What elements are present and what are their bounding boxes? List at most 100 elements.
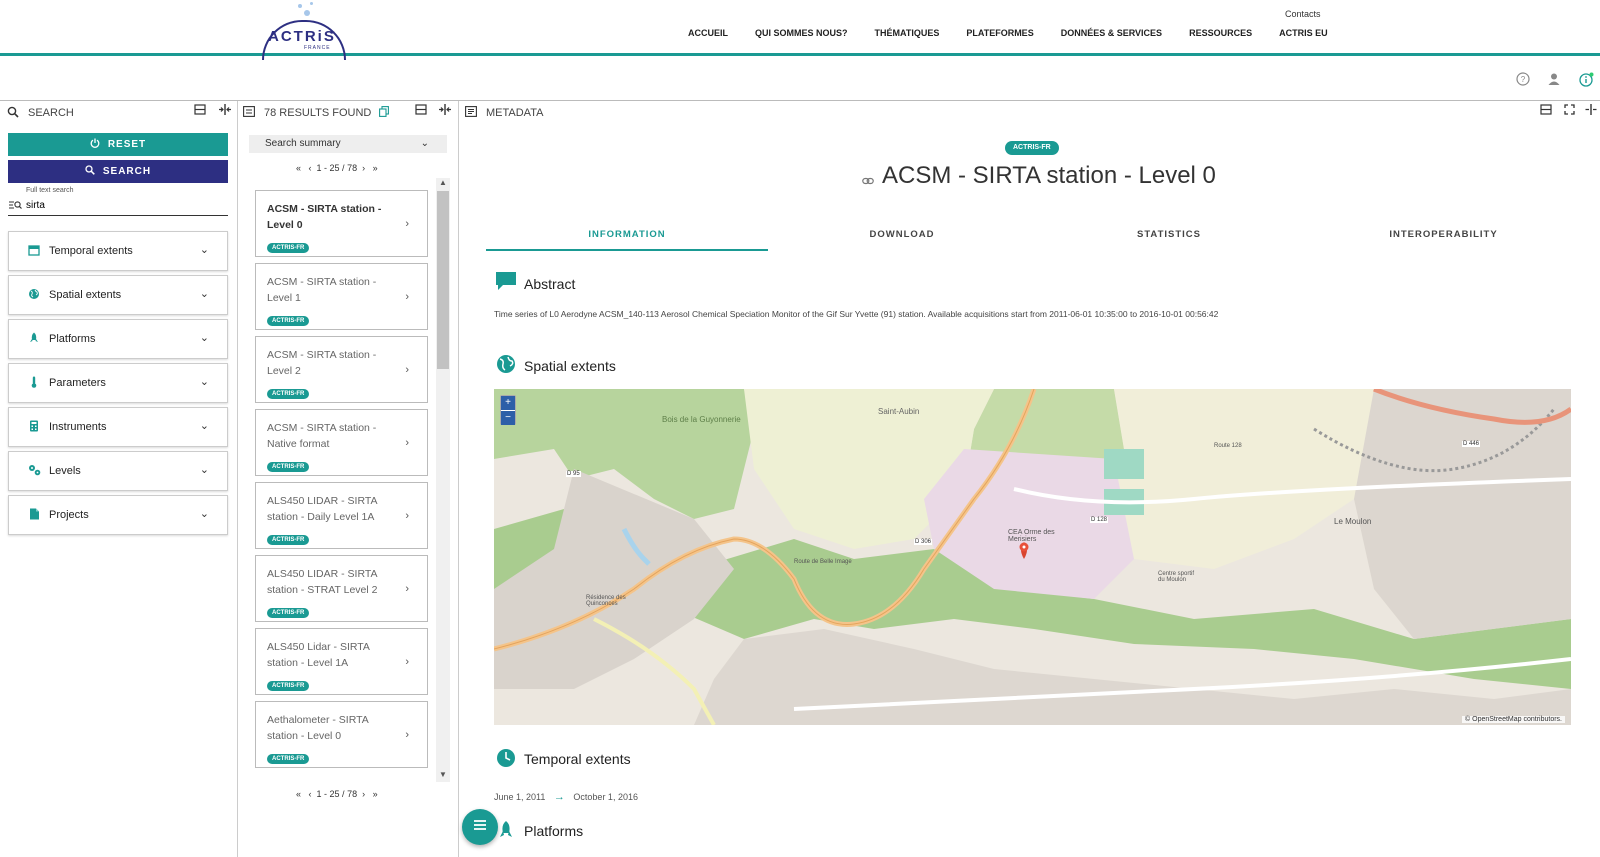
help-icon[interactable]: ? <box>1515 72 1531 88</box>
contacts-link[interactable]: Contacts <box>1285 9 1321 19</box>
filter-label: Projects <box>49 509 89 521</box>
filter-platforms[interactable]: Platforms ⌄ <box>8 319 228 359</box>
tab-statistics[interactable]: STATISTICS <box>1036 225 1302 251</box>
result-item[interactable]: ALS450 LIDAR - SIRTA station - STRAT Lev… <box>255 555 428 622</box>
reset-button[interactable]: RESET <box>8 133 228 156</box>
chevron-down-icon: ⌄ <box>199 420 209 432</box>
logo-dot <box>310 2 313 5</box>
info-icon[interactable] <box>1578 72 1594 88</box>
result-item[interactable]: ACSM - SIRTA station - Level 1 ACTRIS-FR… <box>255 263 428 330</box>
zoom-in-button[interactable]: + <box>501 396 515 410</box>
map-zoom-control: + − <box>500 395 516 425</box>
collapse-icon[interactable] <box>415 104 427 118</box>
copy-icon[interactable] <box>379 106 390 120</box>
main-menu: ACCUEIL QUI SOMMES NOUS? THÉMATIQUES PLA… <box>688 28 1355 38</box>
result-tag: ACTRIS-FR <box>267 243 310 253</box>
filter-spatial-extents[interactable]: Spatial extents ⌄ <box>8 275 228 315</box>
chevron-right-icon: › <box>405 364 409 376</box>
thermometer-icon <box>27 376 41 391</box>
chevron-right-icon: › <box>405 510 409 522</box>
result-title: ALS450 LIDAR - SIRTA station - STRAT Lev… <box>267 568 378 596</box>
prev-page-icon[interactable]: ‹ <box>309 163 312 173</box>
menu-fab-button[interactable] <box>462 809 498 845</box>
collapse-icon[interactable] <box>1540 104 1552 118</box>
scroll-down-icon[interactable]: ▼ <box>437 770 449 779</box>
nav-ressources[interactable]: RESSOURCES <box>1189 28 1252 38</box>
zoom-out-button[interactable]: − <box>501 411 515 425</box>
prev-page-icon[interactable]: ‹ <box>309 789 312 799</box>
chevron-down-icon: ⌄ <box>199 244 209 256</box>
first-page-icon[interactable]: « <box>296 163 301 173</box>
first-page-icon[interactable]: « <box>296 789 301 799</box>
tab-information[interactable]: INFORMATION <box>486 225 768 251</box>
result-title: ALS450 Lidar - SIRTA station - Level 1A <box>267 641 370 669</box>
chevron-down-icon: ⌄ <box>199 508 209 520</box>
metadata-panel-header: METADATA <box>464 102 543 124</box>
search-button[interactable]: SEARCH <box>8 160 228 183</box>
actris-logo[interactable]: ACTRiS FRANCE <box>258 0 350 60</box>
resize-icon[interactable] <box>1585 104 1597 118</box>
filter-temporal-extents[interactable]: Temporal extents ⌄ <box>8 231 228 271</box>
logo-dot <box>298 4 302 8</box>
chevron-right-icon: › <box>405 437 409 449</box>
result-title: Aethalometer - SIRTA station - Level 0 <box>267 714 369 742</box>
tab-interoperability[interactable]: INTEROPERABILITY <box>1302 225 1585 251</box>
result-item[interactable]: ALS450 LIDAR - SIRTA station - Daily Lev… <box>255 482 428 549</box>
panel-divider[interactable] <box>237 101 238 857</box>
filter-label: Platforms <box>49 333 96 345</box>
gears-icon <box>27 464 41 479</box>
clock-icon <box>495 748 517 770</box>
nav-accueil[interactable]: ACCUEIL <box>688 28 728 38</box>
next-page-icon[interactable]: › <box>362 789 365 799</box>
chevron-down-icon: ⌄ <box>199 464 209 476</box>
map-attribution[interactable]: © OpenStreetMap contributors. <box>1462 716 1565 723</box>
arrow-right-icon: → <box>553 791 565 803</box>
resize-icon[interactable] <box>438 104 452 118</box>
fulltext-search-input[interactable] <box>8 196 228 216</box>
panel-divider[interactable] <box>458 101 459 857</box>
search-icon <box>6 106 20 120</box>
map-label: CEA Orme des Merisiers <box>1008 529 1055 543</box>
result-tag: ACTRIS-FR <box>267 681 310 691</box>
location-map[interactable]: Bois de la Guyonnerie Saint-Aubin CEA Or… <box>494 389 1571 725</box>
urban-area <box>1354 389 1571 639</box>
filter-label: Instruments <box>49 421 107 433</box>
map-label: D 128 <box>1090 517 1109 523</box>
results-scroll-thumb[interactable] <box>437 191 449 369</box>
result-item[interactable]: ALS450 Lidar - SIRTA station - Level 1A … <box>255 628 428 695</box>
filter-levels[interactable]: Levels ⌄ <box>8 451 228 491</box>
result-item[interactable]: ACSM - SIRTA station - Level 0 ACTRIS-FR… <box>255 190 428 257</box>
result-title: ACSM - SIRTA station - Level 1 <box>267 276 377 304</box>
resize-icon[interactable] <box>218 104 232 118</box>
last-page-icon[interactable]: » <box>373 789 378 799</box>
scroll-up-icon[interactable]: ▲ <box>437 178 449 187</box>
nav-thematiques[interactable]: THÉMATIQUES <box>875 28 940 38</box>
nav-actris-eu[interactable]: ACTRIS EU <box>1279 28 1328 38</box>
map-label: D 306 <box>914 539 933 545</box>
globe-icon <box>27 288 41 303</box>
link-icon[interactable] <box>862 174 874 188</box>
sports-field <box>1104 449 1144 479</box>
search-summary-toggle[interactable]: Search summary ⌄ <box>249 135 447 153</box>
result-item[interactable]: ACSM - SIRTA station - Level 2 ACTRIS-FR… <box>255 336 428 403</box>
chevron-down-icon: ⌄ <box>199 332 209 344</box>
filter-instruments[interactable]: Instruments ⌄ <box>8 407 228 447</box>
fullscreen-icon[interactable] <box>1564 104 1575 118</box>
user-icon[interactable] <box>1546 72 1562 88</box>
filter-projects[interactable]: Projects ⌄ <box>8 495 228 535</box>
last-page-icon[interactable]: » <box>373 163 378 173</box>
nav-plateformes[interactable]: PLATEFORMES <box>966 28 1033 38</box>
results-count: 78 RESULTS FOUND <box>264 107 372 119</box>
result-item[interactable]: Aethalometer - SIRTA station - Level 0 A… <box>255 701 428 768</box>
result-tag: ACTRIS-FR <box>267 608 310 618</box>
fulltext-label: Full text search <box>26 187 74 194</box>
next-page-icon[interactable]: › <box>362 163 365 173</box>
nav-qui-sommes-nous[interactable]: QUI SOMMES NOUS? <box>755 28 848 38</box>
temporal-start: June 1, 2011 <box>494 792 546 802</box>
result-item[interactable]: ACSM - SIRTA station - Native format ACT… <box>255 409 428 476</box>
tab-download[interactable]: DOWNLOAD <box>768 225 1036 251</box>
collapse-icon[interactable] <box>194 104 206 118</box>
nav-donnees-services[interactable]: DONNÉES & SERVICES <box>1061 28 1162 38</box>
filter-parameters[interactable]: Parameters ⌄ <box>8 363 228 403</box>
metadata-panel-title: METADATA <box>486 107 544 119</box>
